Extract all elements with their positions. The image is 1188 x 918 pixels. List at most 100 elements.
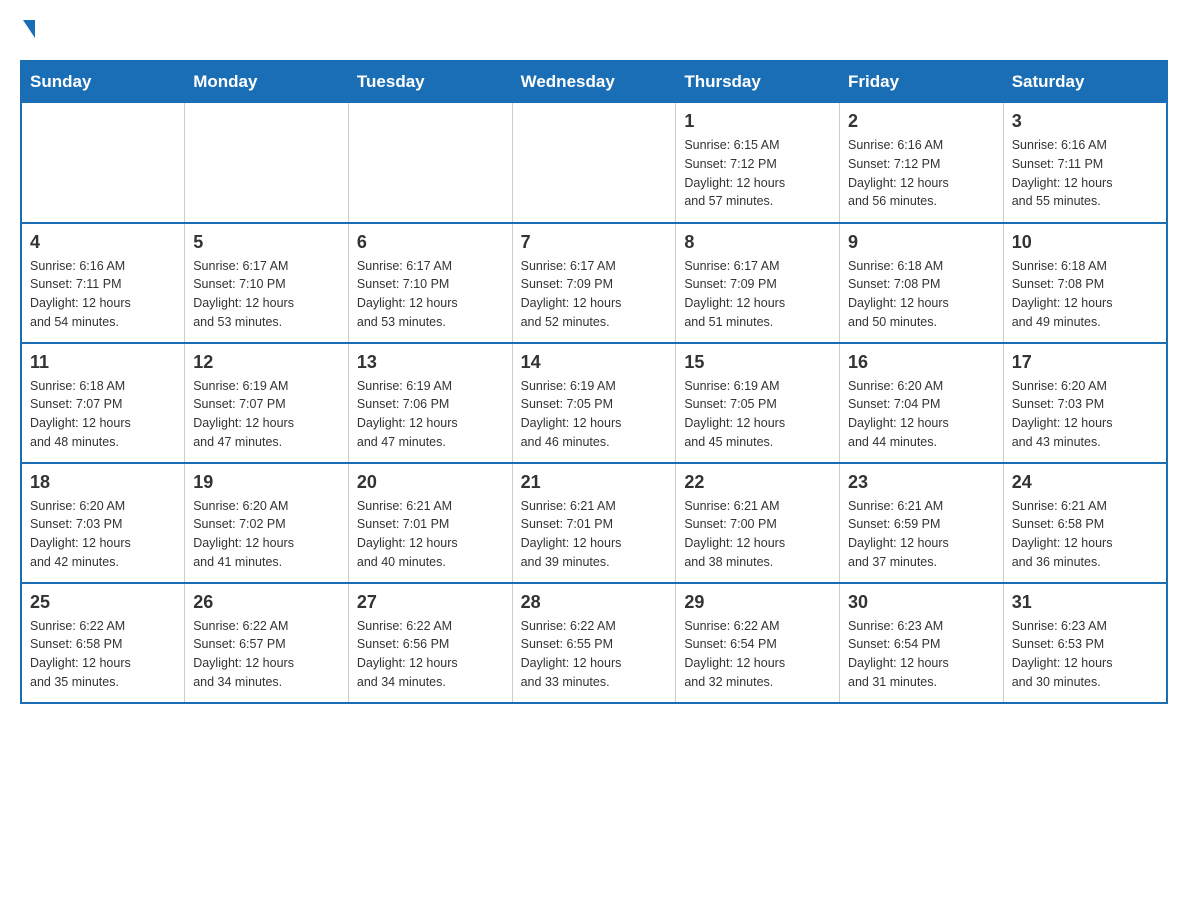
calendar-cell: 22 Sunrise: 6:21 AM Sunset: 7:00 PM Dayli… [676, 463, 840, 583]
day-number: 9 [848, 232, 995, 253]
logo-triangle-icon [23, 20, 35, 38]
calendar-cell: 7 Sunrise: 6:17 AM Sunset: 7:09 PM Daylig… [512, 223, 676, 343]
day-number: 20 [357, 472, 504, 493]
day-info: Sunrise: 6:21 AM Sunset: 7:01 PM Dayligh… [357, 497, 504, 572]
day-number: 10 [1012, 232, 1158, 253]
day-number: 13 [357, 352, 504, 373]
day-number: 12 [193, 352, 340, 373]
day-number: 7 [521, 232, 668, 253]
day-number: 19 [193, 472, 340, 493]
day-number: 26 [193, 592, 340, 613]
day-info: Sunrise: 6:22 AM Sunset: 6:56 PM Dayligh… [357, 617, 504, 692]
calendar-cell: 16Sunrise: 6:20 AM Sunset: 7:04 PM Dayli… [840, 343, 1004, 463]
day-info: Sunrise: 6:15 AM Sunset: 7:12 PM Dayligh… [684, 136, 831, 211]
calendar-week-row: 25 Sunrise: 6:22 AM Sunset: 6:58 PM Dayli… [21, 583, 1167, 703]
day-info: Sunrise: 6:19 AM Sunset: 7:05 PM Dayligh… [684, 377, 831, 452]
calendar-cell: 12 Sunrise: 6:19 AM Sunset: 7:07 PM Dayli… [185, 343, 349, 463]
weekday-header-monday: Monday [185, 61, 349, 103]
day-info: Sunrise: 6:23 AM Sunset: 6:54 PM Dayligh… [848, 617, 995, 692]
calendar-cell: 26 Sunrise: 6:22 AM Sunset: 6:57 PM Dayli… [185, 583, 349, 703]
calendar-cell: 14 Sunrise: 6:19 AM Sunset: 7:05 PM Dayli… [512, 343, 676, 463]
weekday-header-row: SundayMondayTuesdayWednesdayThursdayFrid… [21, 61, 1167, 103]
page-header [20, 20, 1168, 40]
calendar-cell: 24 Sunrise: 6:21 AM Sunset: 6:58 PM Dayli… [1003, 463, 1167, 583]
calendar-cell: 13 Sunrise: 6:19 AM Sunset: 7:06 PM Dayli… [348, 343, 512, 463]
day-info: Sunrise: 6:22 AM Sunset: 6:54 PM Dayligh… [684, 617, 831, 692]
day-number: 14 [521, 352, 668, 373]
day-number: 24 [1012, 472, 1158, 493]
day-info: Sunrise: 6:22 AM Sunset: 6:58 PM Dayligh… [30, 617, 176, 692]
calendar-cell [21, 103, 185, 223]
day-info: Sunrise: 6:17 AM Sunset: 7:09 PM Dayligh… [684, 257, 831, 332]
day-info: Sunrise: 6:17 AM Sunset: 7:10 PM Dayligh… [193, 257, 340, 332]
day-info: Sunrise: 6:18 AM Sunset: 7:07 PM Dayligh… [30, 377, 176, 452]
calendar-cell: 3 Sunrise: 6:16 AM Sunset: 7:11 PM Daylig… [1003, 103, 1167, 223]
day-number: 3 [1012, 111, 1158, 132]
calendar-cell: 4Sunrise: 6:16 AM Sunset: 7:11 PM Daylig… [21, 223, 185, 343]
day-number: 11 [30, 352, 176, 373]
calendar-cell: 19 Sunrise: 6:20 AM Sunset: 7:02 PM Dayli… [185, 463, 349, 583]
day-number: 5 [193, 232, 340, 253]
day-number: 22 [684, 472, 831, 493]
day-info: Sunrise: 6:20 AM Sunset: 7:03 PM Dayligh… [1012, 377, 1158, 452]
calendar-cell: 31Sunrise: 6:23 AM Sunset: 6:53 PM Dayli… [1003, 583, 1167, 703]
day-number: 25 [30, 592, 176, 613]
day-info: Sunrise: 6:21 AM Sunset: 7:00 PM Dayligh… [684, 497, 831, 572]
day-number: 17 [1012, 352, 1158, 373]
day-number: 30 [848, 592, 995, 613]
day-info: Sunrise: 6:19 AM Sunset: 7:06 PM Dayligh… [357, 377, 504, 452]
calendar-cell [512, 103, 676, 223]
day-info: Sunrise: 6:17 AM Sunset: 7:10 PM Dayligh… [357, 257, 504, 332]
day-info: Sunrise: 6:16 AM Sunset: 7:11 PM Dayligh… [1012, 136, 1158, 211]
day-info: Sunrise: 6:22 AM Sunset: 6:55 PM Dayligh… [521, 617, 668, 692]
calendar-cell: 15 Sunrise: 6:19 AM Sunset: 7:05 PM Dayli… [676, 343, 840, 463]
day-info: Sunrise: 6:16 AM Sunset: 7:12 PM Dayligh… [848, 136, 995, 211]
calendar-cell: 5 Sunrise: 6:17 AM Sunset: 7:10 PM Daylig… [185, 223, 349, 343]
calendar-week-row: 11 Sunrise: 6:18 AM Sunset: 7:07 PM Dayli… [21, 343, 1167, 463]
calendar-cell: 23 Sunrise: 6:21 AM Sunset: 6:59 PM Dayli… [840, 463, 1004, 583]
calendar-cell: 1Sunrise: 6:15 AM Sunset: 7:12 PM Daylig… [676, 103, 840, 223]
calendar-cell: 8 Sunrise: 6:17 AM Sunset: 7:09 PM Daylig… [676, 223, 840, 343]
calendar-cell: 2Sunrise: 6:16 AM Sunset: 7:12 PM Daylig… [840, 103, 1004, 223]
calendar-cell: 28 Sunrise: 6:22 AM Sunset: 6:55 PM Dayli… [512, 583, 676, 703]
day-info: Sunrise: 6:16 AM Sunset: 7:11 PM Dayligh… [30, 257, 176, 332]
day-number: 18 [30, 472, 176, 493]
weekday-header-saturday: Saturday [1003, 61, 1167, 103]
day-info: Sunrise: 6:19 AM Sunset: 7:05 PM Dayligh… [521, 377, 668, 452]
calendar-table: SundayMondayTuesdayWednesdayThursdayFrid… [20, 60, 1168, 704]
day-number: 15 [684, 352, 831, 373]
calendar-cell: 20 Sunrise: 6:21 AM Sunset: 7:01 PM Dayli… [348, 463, 512, 583]
day-info: Sunrise: 6:21 AM Sunset: 6:59 PM Dayligh… [848, 497, 995, 572]
calendar-cell: 18 Sunrise: 6:20 AM Sunset: 7:03 PM Dayli… [21, 463, 185, 583]
calendar-cell: 11 Sunrise: 6:18 AM Sunset: 7:07 PM Dayli… [21, 343, 185, 463]
logo [20, 20, 35, 40]
weekday-header-sunday: Sunday [21, 61, 185, 103]
day-info: Sunrise: 6:21 AM Sunset: 6:58 PM Dayligh… [1012, 497, 1158, 572]
day-number: 23 [848, 472, 995, 493]
day-info: Sunrise: 6:17 AM Sunset: 7:09 PM Dayligh… [521, 257, 668, 332]
day-number: 28 [521, 592, 668, 613]
calendar-cell: 30 Sunrise: 6:23 AM Sunset: 6:54 PM Dayli… [840, 583, 1004, 703]
calendar-cell: 17 Sunrise: 6:20 AM Sunset: 7:03 PM Dayli… [1003, 343, 1167, 463]
calendar-cell: 27 Sunrise: 6:22 AM Sunset: 6:56 PM Dayli… [348, 583, 512, 703]
calendar-week-row: 18 Sunrise: 6:20 AM Sunset: 7:03 PM Dayli… [21, 463, 1167, 583]
day-info: Sunrise: 6:22 AM Sunset: 6:57 PM Dayligh… [193, 617, 340, 692]
day-number: 27 [357, 592, 504, 613]
calendar-cell: 25 Sunrise: 6:22 AM Sunset: 6:58 PM Dayli… [21, 583, 185, 703]
day-info: Sunrise: 6:18 AM Sunset: 7:08 PM Dayligh… [1012, 257, 1158, 332]
weekday-header-friday: Friday [840, 61, 1004, 103]
day-info: Sunrise: 6:20 AM Sunset: 7:03 PM Dayligh… [30, 497, 176, 572]
day-info: Sunrise: 6:21 AM Sunset: 7:01 PM Dayligh… [521, 497, 668, 572]
day-info: Sunrise: 6:18 AM Sunset: 7:08 PM Dayligh… [848, 257, 995, 332]
day-number: 29 [684, 592, 831, 613]
day-number: 8 [684, 232, 831, 253]
weekday-header-tuesday: Tuesday [348, 61, 512, 103]
weekday-header-thursday: Thursday [676, 61, 840, 103]
day-number: 31 [1012, 592, 1158, 613]
day-info: Sunrise: 6:20 AM Sunset: 7:02 PM Dayligh… [193, 497, 340, 572]
calendar-week-row: 1Sunrise: 6:15 AM Sunset: 7:12 PM Daylig… [21, 103, 1167, 223]
calendar-cell: 10 Sunrise: 6:18 AM Sunset: 7:08 PM Dayli… [1003, 223, 1167, 343]
calendar-cell [185, 103, 349, 223]
day-number: 6 [357, 232, 504, 253]
day-info: Sunrise: 6:19 AM Sunset: 7:07 PM Dayligh… [193, 377, 340, 452]
